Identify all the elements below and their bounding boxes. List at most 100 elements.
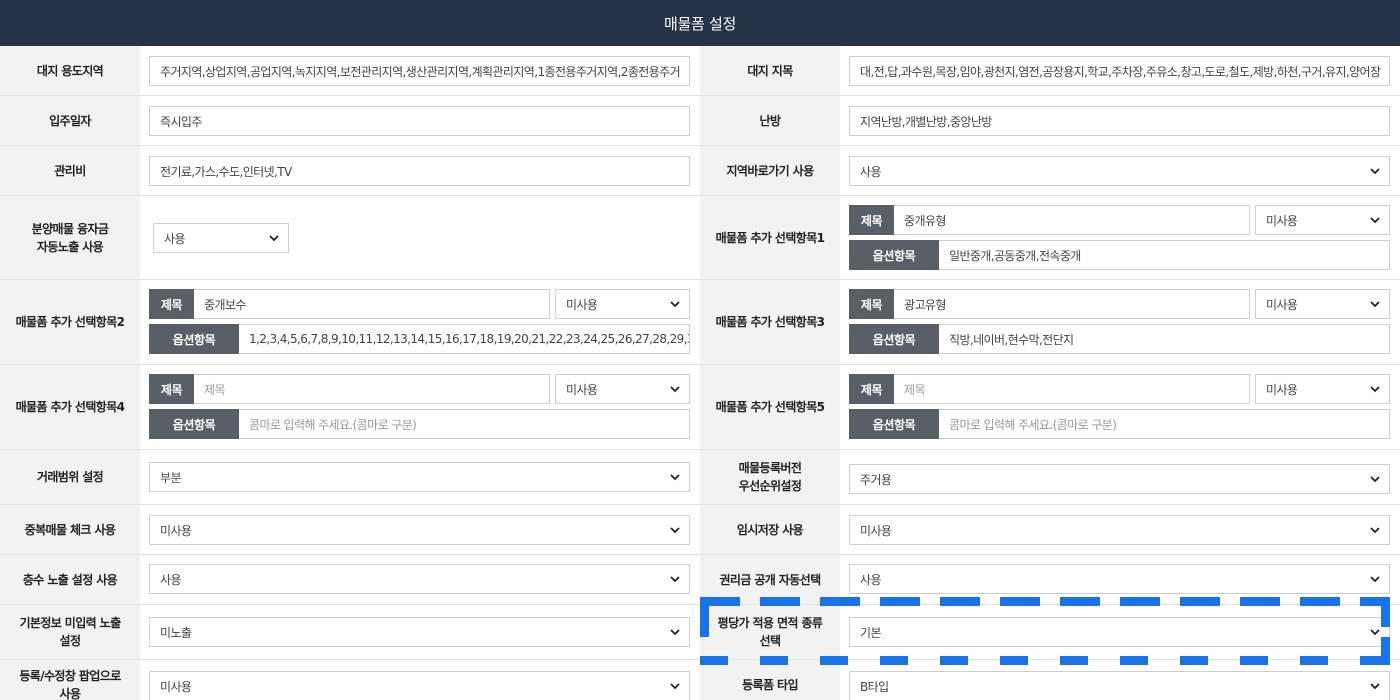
extra-option-2-options-input[interactable]: 1,2,3,4,5,6,7,8,9,10,11,12,13,14,15,16,1… [239, 324, 690, 354]
extra-option-1-use-select[interactable]: 미사용 [1255, 205, 1390, 235]
extra-option-2-label: 매물폼 추가 선택항목2 [0, 280, 140, 364]
extra-option-3-use-value: 미사용 [1266, 297, 1298, 312]
popup-register-select[interactable]: 미사용 [149, 671, 690, 700]
price-per-pyeong-area-label: 평당가 적용 면적 종류 선택 [700, 605, 840, 659]
row-extra-option-2-3: 매물폼 추가 선택항목2 제목 중개보수 미사용 옵션항목 1,2,3,4,5,… [0, 280, 1400, 365]
extra-option-1-title-tag: 제목 [849, 205, 894, 235]
maintenance-fee-label: 관리비 [0, 146, 140, 195]
extra-option-3-use-select[interactable]: 미사용 [1255, 289, 1390, 319]
loan-auto-exposure-value: 사용 [164, 231, 185, 246]
register-form-type-value: B타입 [860, 679, 889, 694]
chevron-down-icon [1370, 629, 1380, 636]
price-per-pyeong-area-select[interactable]: 기본 [849, 617, 1390, 647]
extra-option-4-use-value: 미사용 [566, 382, 598, 397]
basic-info-exposure-label: 기본정보 미입력 노출 설정 [0, 605, 140, 659]
row-land-use: 대지 용도지역 주거지역,상업지역,공업지역,녹지지역,보전관리지역,생산관리지… [0, 46, 1400, 96]
extra-option-3-title-tag: 제목 [849, 289, 894, 319]
move-in-date-input[interactable]: 즉시입주 [149, 106, 690, 136]
heating-input[interactable]: 지역난방,개별난방,중앙난방 [849, 106, 1390, 136]
extra-option-5-options-input[interactable]: 콤마로 입력해 주세요.(콤마로 구분) [939, 409, 1390, 439]
page-title: 매물폼 설정 [664, 14, 736, 33]
register-version-priority-value: 주거용 [860, 472, 892, 487]
extra-option-4-options-tag: 옵션항목 [149, 409, 239, 439]
extra-option-4-title-input[interactable]: 제목 [194, 374, 550, 404]
extra-option-5-title-input[interactable]: 제목 [894, 374, 1250, 404]
highlight-bottom [700, 656, 1390, 665]
chevron-down-icon [1370, 576, 1380, 583]
maintenance-fee-input[interactable]: 전기료,가스,수도,인터넷,TV [149, 156, 690, 186]
row-popup-register: 등록/수정창 팝업으로 사용 미사용 등록폼 타입 B타입 [0, 660, 1400, 700]
extra-option-1-title-input[interactable]: 중개유형 [894, 205, 1250, 235]
extra-option-5-use-value: 미사용 [1266, 382, 1298, 397]
floor-exposure-label: 층수 노출 설정 사용 [0, 555, 140, 604]
duplicate-check-select[interactable]: 미사용 [149, 515, 690, 545]
chevron-down-icon [670, 474, 680, 481]
floor-exposure-value: 사용 [160, 572, 181, 587]
loan-auto-exposure-select[interactable]: 사용 [153, 223, 289, 253]
register-version-priority-select[interactable]: 주거용 [849, 464, 1390, 494]
row-move-in: 입주일자 즉시입주 난방 지역난방,개별난방,중앙난방 [0, 96, 1400, 146]
extra-option-1-options-input[interactable]: 일반중개,공동중개,전속중개 [939, 240, 1390, 270]
chevron-down-icon [1370, 476, 1380, 483]
chevron-down-icon [1370, 386, 1380, 393]
temp-save-value: 미사용 [860, 523, 892, 538]
temp-save-label: 임시저장 사용 [700, 505, 840, 554]
extra-option-4-use-select[interactable]: 미사용 [555, 374, 690, 404]
land-category-input[interactable]: 대,전,답,과수원,목장,임야,광천지,염전,공장용지,학교,주차장,주유소,창… [849, 56, 1390, 86]
row-extra-option-1: 분양매물 융자금 자동노출 사용 사용 매물폼 추가 선택항목1 제목 중개유형 … [0, 196, 1400, 280]
extra-option-3-title-input[interactable]: 광고유형 [894, 289, 1250, 319]
floor-exposure-select[interactable]: 사용 [149, 564, 690, 594]
register-form-type-label: 등록폼 타입 [700, 660, 840, 700]
extra-option-4-options-input[interactable]: 콤마로 입력해 주세요.(콤마로 구분) [239, 409, 690, 439]
row-maintenance: 관리비 전기료,가스,수도,인터넷,TV 지역바로가기 사용 사용 [0, 146, 1400, 196]
extra-option-2-title-input[interactable]: 중개보수 [194, 289, 550, 319]
price-per-pyeong-area-value: 기본 [860, 625, 881, 640]
popup-register-value: 미사용 [160, 679, 192, 694]
premium-auto-select-value: 사용 [860, 572, 881, 587]
extra-option-3-options-input[interactable]: 직방,네이버,현수막,전단지 [939, 324, 1390, 354]
highlight-right [1381, 597, 1390, 665]
extra-option-4-label: 매물폼 추가 선택항목4 [0, 365, 140, 449]
chevron-down-icon [670, 301, 680, 308]
chevron-down-icon [269, 235, 279, 242]
trade-range-select[interactable]: 부분 [149, 462, 690, 492]
land-use-zone-label: 대지 용도지역 [0, 46, 140, 95]
chevron-down-icon [670, 683, 680, 690]
premium-auto-select-select[interactable]: 사용 [849, 564, 1390, 594]
basic-info-exposure-value: 미노출 [160, 625, 192, 640]
loan-auto-exposure-label: 분양매물 융자금 자동노출 사용 [0, 196, 140, 279]
chevron-down-icon [1370, 301, 1380, 308]
region-shortcut-value: 사용 [860, 164, 881, 179]
region-shortcut-label: 지역바로가기 사용 [700, 146, 840, 195]
extra-option-5-use-select[interactable]: 미사용 [1255, 374, 1390, 404]
register-form-type-select[interactable]: B타입 [849, 671, 1390, 700]
chevron-down-icon [670, 386, 680, 393]
row-duplicate-check: 중복매물 체크 사용 미사용 임시저장 사용 미사용 [0, 505, 1400, 555]
row-extra-option-4-5: 매물폼 추가 선택항목4 제목 제목 미사용 옵션항목 콤마로 입력해 주세요.… [0, 365, 1400, 450]
chevron-down-icon [1370, 168, 1380, 175]
extra-option-4-title-tag: 제목 [149, 374, 194, 404]
duplicate-check-value: 미사용 [160, 523, 192, 538]
extra-option-1-label: 매물폼 추가 선택항목1 [700, 196, 840, 279]
extra-option-1-options-tag: 옵션항목 [849, 240, 939, 270]
popup-register-label: 등록/수정창 팝업으로 사용 [0, 660, 140, 700]
extra-option-3-label: 매물폼 추가 선택항목3 [700, 280, 840, 364]
highlight-left [700, 597, 709, 637]
temp-save-select[interactable]: 미사용 [849, 515, 1390, 545]
heating-label: 난방 [700, 96, 840, 145]
chevron-down-icon [1370, 527, 1380, 534]
chevron-down-icon [670, 527, 680, 534]
land-use-zone-input[interactable]: 주거지역,상업지역,공업지역,녹지지역,보전관리지역,생산관리지역,계획관리지역… [149, 56, 690, 86]
register-version-priority-label: 매물등록버전 우선순위설정 [700, 450, 840, 504]
region-shortcut-select[interactable]: 사용 [849, 156, 1390, 186]
basic-info-exposure-select[interactable]: 미노출 [149, 617, 690, 647]
extra-option-2-use-select[interactable]: 미사용 [555, 289, 690, 319]
extra-option-5-title-tag: 제목 [849, 374, 894, 404]
extra-option-2-title-tag: 제목 [149, 289, 194, 319]
trade-range-value: 부분 [160, 470, 181, 485]
chevron-down-icon [1370, 217, 1380, 224]
chevron-down-icon [670, 629, 680, 636]
page-header: 매물폼 설정 [0, 0, 1400, 46]
highlight-top [700, 597, 1390, 606]
extra-option-1-use-value: 미사용 [1266, 213, 1298, 228]
